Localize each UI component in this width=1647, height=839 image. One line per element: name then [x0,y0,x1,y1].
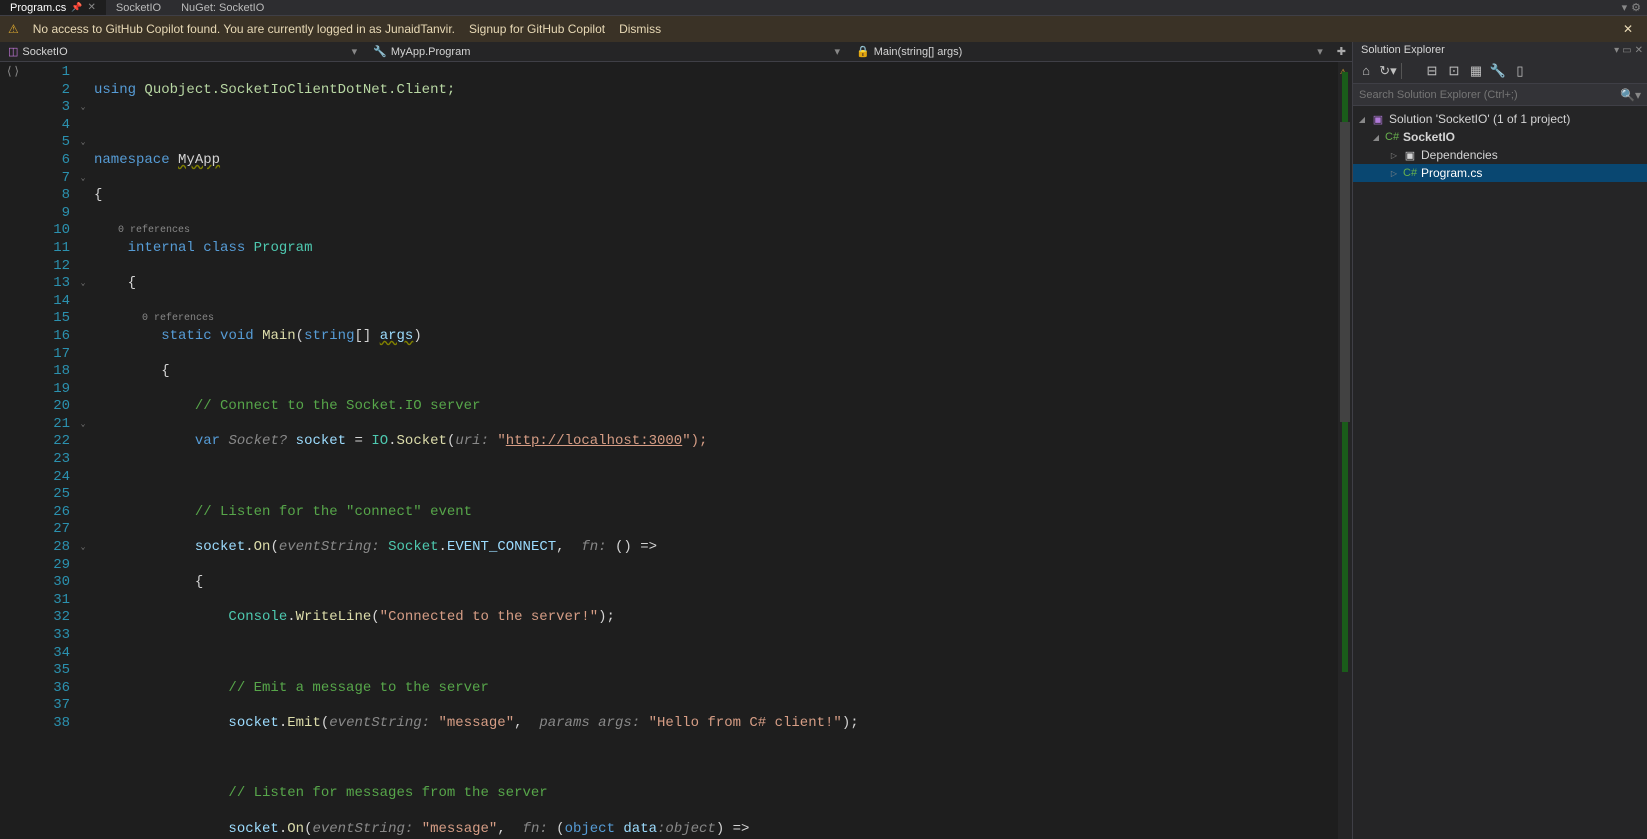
node-label: Program.cs [1421,166,1482,180]
copilot-notification-bar: ⚠ No access to GitHub Copilot found. You… [0,16,1647,42]
document-tabs: Program.cs 📌 ✕ SocketIO NuGet: SocketIO … [0,0,1647,16]
expand-icon[interactable]: ▷ [1389,151,1399,160]
csharp-project-icon: C# [1385,131,1399,143]
chevron-down-icon[interactable]: ▾ [352,45,358,58]
collapse-all-icon[interactable]: ⊡ [1445,63,1463,79]
crumb-label: SocketIO [22,46,67,58]
solution-tree[interactable]: ◢ ▣ Solution 'SocketIO' (1 of 1 project)… [1353,106,1647,186]
scroll-thumb[interactable] [1340,122,1350,422]
member-crumb[interactable]: 🔒 Main(string[] args) ▾ [848,42,1331,61]
type-crumb[interactable]: 🔧 MyApp.Program ▾ [365,42,848,61]
solution-node[interactable]: ◢ ▣ Solution 'SocketIO' (1 of 1 project) [1353,110,1647,128]
file-node-program-cs[interactable]: ▷ C# Program.cs [1353,164,1647,182]
sync-icon[interactable]: ⊟ [1423,63,1441,79]
tab-socketio[interactable]: SocketIO [106,0,171,15]
solution-toolbar: ⌂ ↻▾ ⊟ ⊡ ▦ 🔧 ▯ [1353,58,1647,84]
panel-title-label: Solution Explorer [1361,44,1445,56]
home-icon[interactable]: ⌂ [1357,63,1375,78]
csharp-project-icon: ◫ [8,45,18,58]
gear-icon[interactable]: ⚙ [1631,1,1641,14]
show-all-icon[interactable]: ▦ [1467,63,1485,79]
csharp-file-icon: C# [1403,167,1417,179]
expand-icon[interactable]: ◢ [1371,133,1381,142]
properties-icon[interactable]: 🔧 [1489,63,1507,79]
codelens-references[interactable]: 0 references [142,313,214,324]
node-label: SocketIO [1403,130,1455,144]
code-editor[interactable]: ⟨⟩ 1234567891011121314151617181920212223… [0,62,1352,839]
node-label: Dependencies [1421,148,1498,162]
editor-panel: ◫ SocketIO ▾ 🔧 MyApp.Program ▾ 🔒 Main(st… [0,42,1353,839]
codelens-references[interactable]: 0 references [118,225,190,236]
search-icon[interactable]: 🔍▾ [1620,88,1641,102]
class-icon: 🔧 [373,45,387,58]
node-label: Solution 'SocketIO' (1 of 1 project) [1389,112,1570,126]
fold-gutter[interactable]: ⌄⌄⌄⌄⌄⌄ [76,62,90,839]
split-view-button[interactable]: ✚ [1331,45,1352,58]
close-icon[interactable]: ✕ [87,2,95,13]
tab-label: SocketIO [116,2,161,14]
tab-overflow-controls: ▾ ⚙ [1622,0,1647,15]
close-icon[interactable]: ✕ [1635,45,1643,56]
navigation-bar: ◫ SocketIO ▾ 🔧 MyApp.Program ▾ 🔒 Main(st… [0,42,1352,62]
dependencies-node[interactable]: ▷ ▣ Dependencies [1353,146,1647,164]
search-input[interactable] [1359,89,1620,101]
expand-icon[interactable]: ◢ [1357,115,1367,124]
dropdown-icon[interactable]: ▾ [1614,45,1619,56]
dependencies-icon: ▣ [1403,149,1417,162]
overflow-menu-icon[interactable]: ▾ [1622,1,1628,14]
method-icon: 🔒 [856,45,870,58]
solution-icon: ▣ [1371,113,1385,126]
expand-icon[interactable]: ▷ [1389,169,1399,178]
copilot-signup-link[interactable]: Signup for GitHub Copilot [469,22,605,36]
solution-search[interactable]: 🔍▾ [1353,84,1647,106]
chevron-down-icon[interactable]: ▾ [834,45,840,58]
tab-label: Program.cs [10,2,66,14]
copilot-message: No access to GitHub Copilot found. You a… [33,22,455,36]
tab-label: NuGet: SocketIO [181,2,264,14]
tab-nuget-socketio[interactable]: NuGet: SocketIO [171,0,274,15]
switch-views-icon[interactable]: ↻▾ [1379,63,1397,79]
preview-icon[interactable]: ▯ [1511,63,1529,79]
line-numbers: 1234567891011121314151617181920212223242… [26,62,76,839]
autohide-icon[interactable]: ▭ [1622,45,1631,56]
chevron-down-icon[interactable]: ▾ [1317,45,1323,58]
pin-icon[interactable]: 📌 [71,2,82,13]
vertical-scrollbar[interactable]: ⚠ [1338,62,1352,839]
project-crumb[interactable]: ◫ SocketIO ▾ [0,42,365,61]
project-node[interactable]: ◢ C# SocketIO [1353,128,1647,146]
tab-program-cs[interactable]: Program.cs 📌 ✕ [0,0,106,15]
crumb-label: MyApp.Program [391,46,470,58]
close-icon[interactable]: ✕ [1617,22,1639,36]
glyph-margin: ⟨⟩ [0,62,26,839]
solution-explorer-panel: Solution Explorer ▾ ▭ ✕ ⌂ ↻▾ ⊟ ⊡ ▦ 🔧 ▯ 🔍… [1353,42,1647,839]
crumb-label: Main(string[] args) [874,46,963,58]
warning-icon: ⚠ [8,22,19,36]
solution-explorer-title: Solution Explorer ▾ ▭ ✕ [1353,42,1647,58]
code-content[interactable]: using Quobject.SocketIoClientDotNet.Clie… [90,62,1338,839]
copilot-dismiss-link[interactable]: Dismiss [619,22,661,36]
